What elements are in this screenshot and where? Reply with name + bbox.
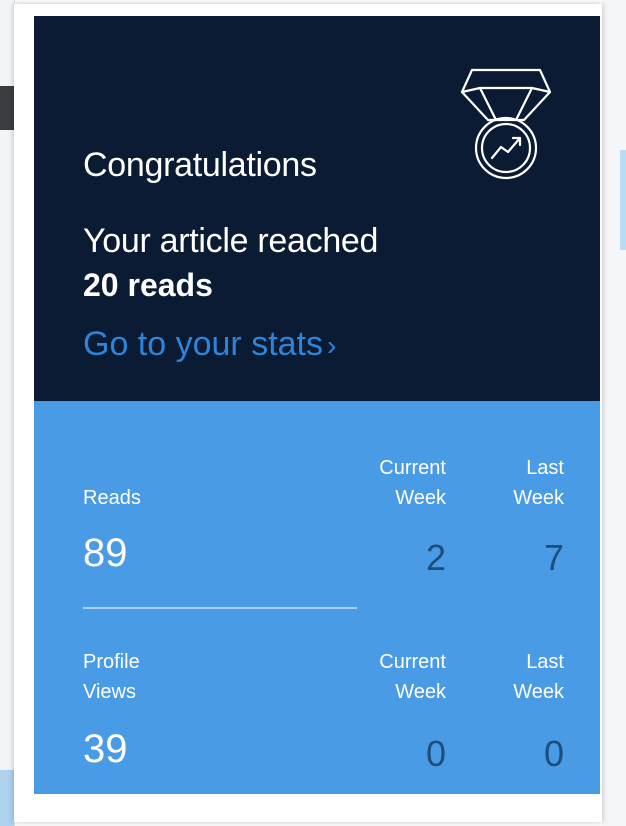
profile-views-total: 39 — [83, 727, 128, 771]
go-to-stats-label: Go to your stats — [83, 325, 323, 363]
congratulations-card: Congratulations Your article reached 20 … — [14, 4, 602, 822]
profile-views-last-week-value: 0 — [543, 733, 564, 774]
background-page-right — [602, 0, 626, 826]
milestone-reads-count: 20 reads — [83, 267, 213, 303]
reads-current-week-value: 2 — [425, 537, 446, 578]
background-page-toolbar — [0, 86, 14, 130]
background-page-accent-right — [620, 150, 626, 250]
stats-panel: Reads Current Week Last Week 89 2 7 Prof… — [34, 401, 600, 794]
reads-last-week-header-line2: Week — [513, 487, 564, 509]
reads-last-week-value: 7 — [543, 537, 564, 578]
milestone-banner: Congratulations Your article reached 20 … — [34, 16, 600, 401]
profile-views-current-week-header-line2: Week — [395, 681, 446, 703]
profile-views-last-week-header: Last Week — [474, 647, 564, 707]
milestone-message: Your article reached — [83, 222, 379, 260]
profile-views-last-week-header-line1: Last — [526, 651, 564, 673]
profile-views-label-line1: Profile — [83, 651, 140, 673]
medal-trending-icon — [460, 68, 552, 180]
background-page-accent — [0, 770, 14, 826]
reads-total: 89 — [83, 531, 128, 575]
profile-views-current-week-header-line1: Current — [379, 651, 446, 673]
profile-views-label: Profile Views — [83, 647, 140, 707]
reads-last-week-header: Last Week — [474, 453, 564, 513]
reads-last-week-header-line1: Last — [526, 457, 564, 479]
congratulations-heading: Congratulations — [83, 146, 317, 184]
reads-current-week-header-line2: Week — [395, 487, 446, 509]
reads-label: Reads — [83, 487, 141, 509]
stats-divider — [83, 607, 357, 609]
profile-views-last-week-header-line2: Week — [513, 681, 564, 703]
profile-views-label-line2: Views — [83, 681, 136, 703]
profile-views-current-week-header: Current Week — [334, 647, 446, 707]
go-to-stats-link[interactable]: Go to your stats › — [83, 325, 336, 364]
reads-current-week-header-line1: Current — [379, 457, 446, 479]
chevron-right-icon: › — [327, 330, 337, 361]
reads-current-week-header: Current Week — [334, 453, 446, 513]
profile-views-current-week-value: 0 — [425, 733, 446, 774]
